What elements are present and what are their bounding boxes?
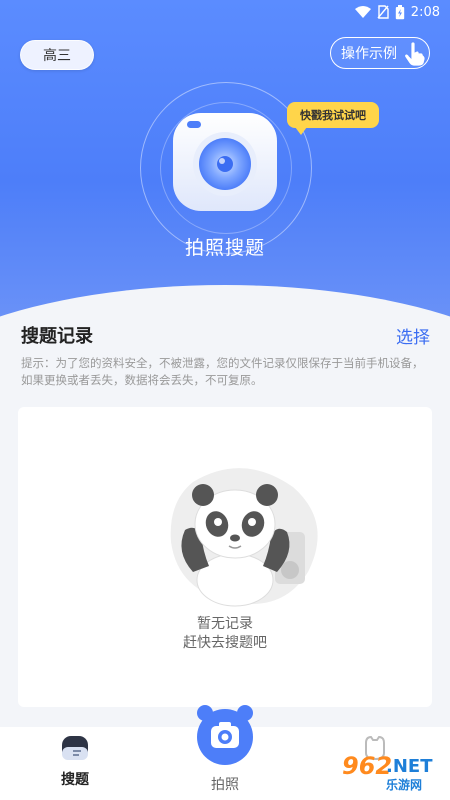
search-tab-icon xyxy=(62,736,88,760)
watermark-suffix: .NET xyxy=(386,756,433,777)
camera-capture-icon[interactable] xyxy=(167,107,283,215)
no-sim-icon xyxy=(377,5,389,19)
wifi-icon xyxy=(354,6,371,18)
nav-tab-search-label: 搜题 xyxy=(61,772,89,788)
search-records-title: 搜题记录 xyxy=(21,326,93,347)
camera-tab-button[interactable] xyxy=(195,703,255,767)
nav-tab-photo-label: 拍照 xyxy=(211,777,239,793)
try-me-bubble: 快戳我试试吧 xyxy=(287,102,379,135)
privacy-tip: 提示：为了您的资料安全，不被泄露，您的文件记录仅限保存于当前手机设备，如果更换或… xyxy=(21,356,424,387)
nav-tab-search[interactable]: 搜题 xyxy=(45,735,105,789)
battery-icon xyxy=(395,4,404,19)
operation-demo-button[interactable]: 操作示例 xyxy=(330,37,430,69)
records-empty-card: 暂无记录 赶快去搜题吧 xyxy=(18,407,432,707)
status-time: 2:08 xyxy=(410,4,440,20)
empty-state-subtext: 赶快去搜题吧 xyxy=(183,635,267,651)
photo-search-title: 拍照搜题 xyxy=(184,237,265,259)
watermark-sub: 乐游网 xyxy=(386,778,423,792)
pointing-hand-icon xyxy=(404,41,426,67)
operation-demo-label: 操作示例 xyxy=(341,46,397,62)
select-button[interactable]: 选择 xyxy=(396,323,430,348)
grade-selector-button[interactable]: 高三 xyxy=(20,40,94,70)
empty-state-text: 暂无记录 xyxy=(197,616,253,632)
site-watermark: 962 .NET 乐游网 xyxy=(342,752,442,792)
status-bar: 2:08 xyxy=(0,0,450,24)
watermark-number: 962 xyxy=(342,752,393,780)
panda-empty-illustration xyxy=(170,468,318,607)
